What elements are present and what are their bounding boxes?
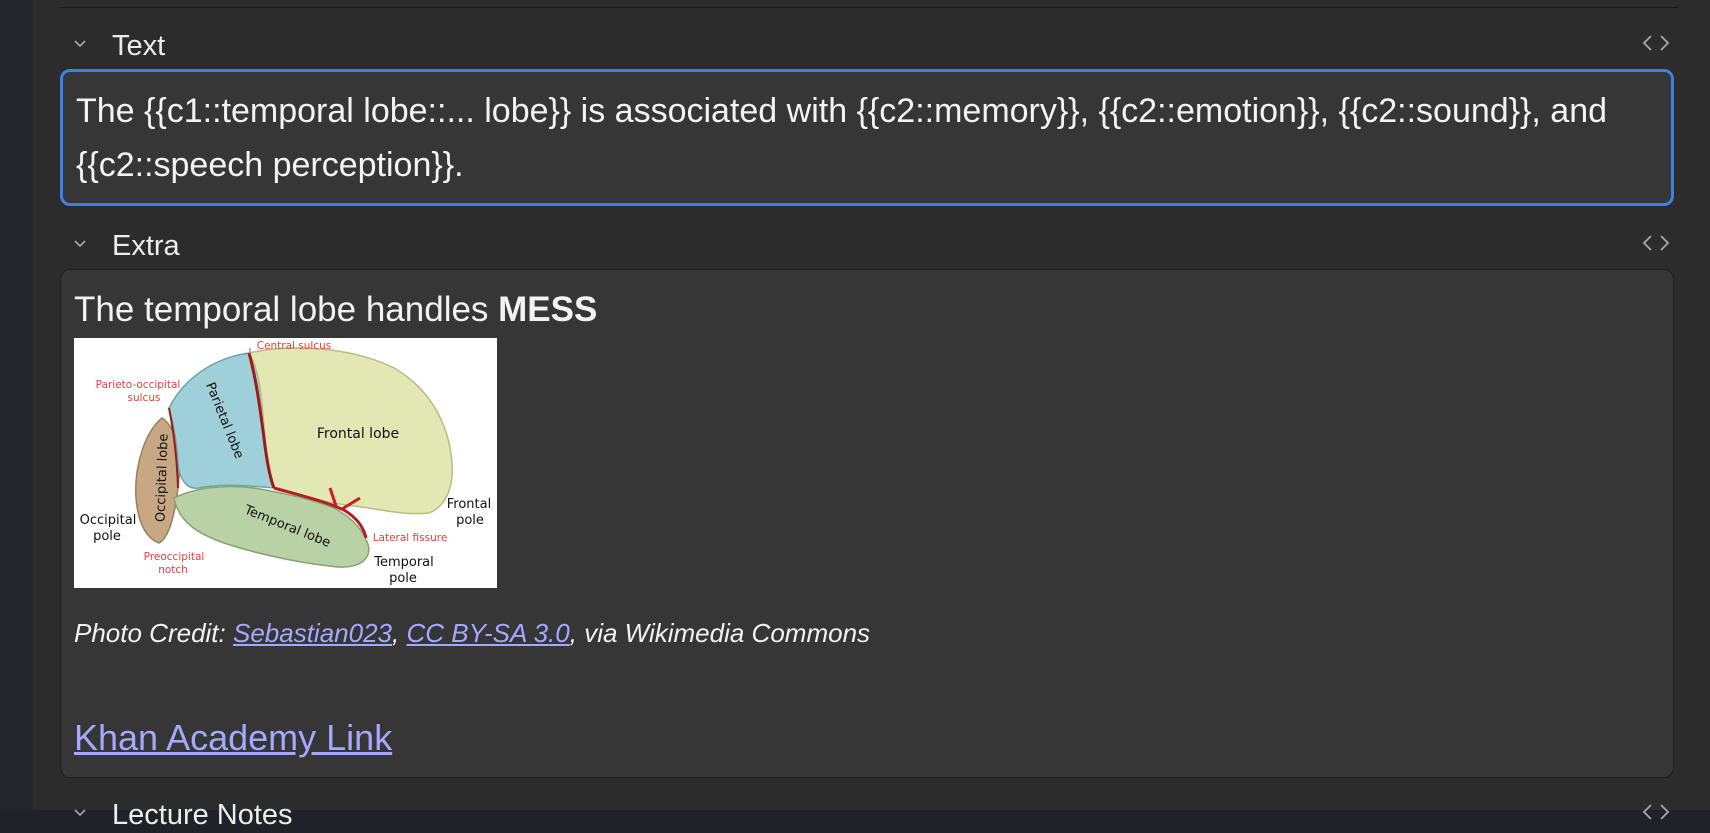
- text-field-content[interactable]: The {{c1::temporal lobe::... lobe}} is a…: [76, 84, 1666, 192]
- credit-separator: ,: [392, 618, 407, 648]
- khan-academy-link[interactable]: Khan Academy Link: [74, 717, 392, 758]
- label-temporal-pole-2: pole: [389, 571, 417, 586]
- label-occipital-pole-1: Occipital: [80, 513, 137, 528]
- field-header-lecture-notes[interactable]: Lecture Notes: [60, 795, 1677, 831]
- label-parieto-occipital-1: Parieto-occipital: [96, 379, 181, 391]
- field-label-lecture-notes: Lecture Notes: [112, 799, 293, 831]
- label-frontal-pole-1: Frontal: [447, 497, 491, 512]
- label-parieto-occipital-2: sulcus: [128, 392, 161, 404]
- label-frontal-pole-2: pole: [456, 513, 484, 528]
- extra-heading-bold: MESS: [498, 290, 598, 329]
- field-label-text: Text: [112, 30, 166, 62]
- chevron-down-icon[interactable]: [74, 38, 86, 50]
- credit-suffix: , via Wikimedia Commons: [569, 618, 871, 648]
- code-toggle-icon[interactable]: [1641, 32, 1671, 54]
- credit-prefix: Photo Credit:: [74, 618, 233, 648]
- label-lateral-fissure: Lateral fissure: [373, 532, 448, 544]
- text-field-editor[interactable]: The {{c1::temporal lobe::... lobe}} is a…: [60, 69, 1674, 206]
- code-toggle-icon[interactable]: [1641, 232, 1671, 254]
- credit-license-link[interactable]: CC BY-SA 3.0: [406, 618, 569, 648]
- chevron-down-icon[interactable]: [74, 238, 86, 250]
- label-temporal-pole-1: Temporal: [373, 555, 434, 570]
- extra-heading-text: The temporal lobe handles: [74, 290, 499, 329]
- label-occipital-pole-2: pole: [93, 529, 121, 544]
- credit-author-link[interactable]: Sebastian023: [233, 618, 392, 648]
- label-central-sulcus: Central sulcus: [257, 340, 332, 352]
- brain-diagram: Central sulcus Parieto-occipital sulcus …: [74, 338, 497, 588]
- photo-credit: Photo Credit: Sebastian023, CC BY-SA 3.0…: [74, 615, 870, 651]
- extra-field-editor[interactable]: The temporal lobe handles MESS Central s…: [60, 269, 1674, 778]
- field-label-extra: Extra: [112, 230, 180, 262]
- khan-academy-line: Khan Academy Link: [74, 714, 392, 762]
- chevron-down-icon[interactable]: [74, 807, 86, 819]
- brain-lobes-image[interactable]: Central sulcus Parieto-occipital sulcus …: [74, 338, 497, 588]
- code-toggle-icon[interactable]: [1641, 801, 1671, 823]
- field-header-extra[interactable]: Extra: [60, 226, 1677, 262]
- label-preoccipital-1: Preoccipital: [144, 551, 205, 563]
- label-frontal-lobe: Frontal lobe: [317, 426, 399, 442]
- extra-heading: The temporal lobe handles MESS: [74, 288, 597, 332]
- field-header-text[interactable]: Text: [60, 26, 1677, 62]
- label-preoccipital-2: notch: [158, 564, 188, 576]
- label-occipital-lobe: Occipital lobe: [153, 433, 171, 522]
- divider: [60, 7, 1678, 8]
- left-gutter: [0, 0, 34, 810]
